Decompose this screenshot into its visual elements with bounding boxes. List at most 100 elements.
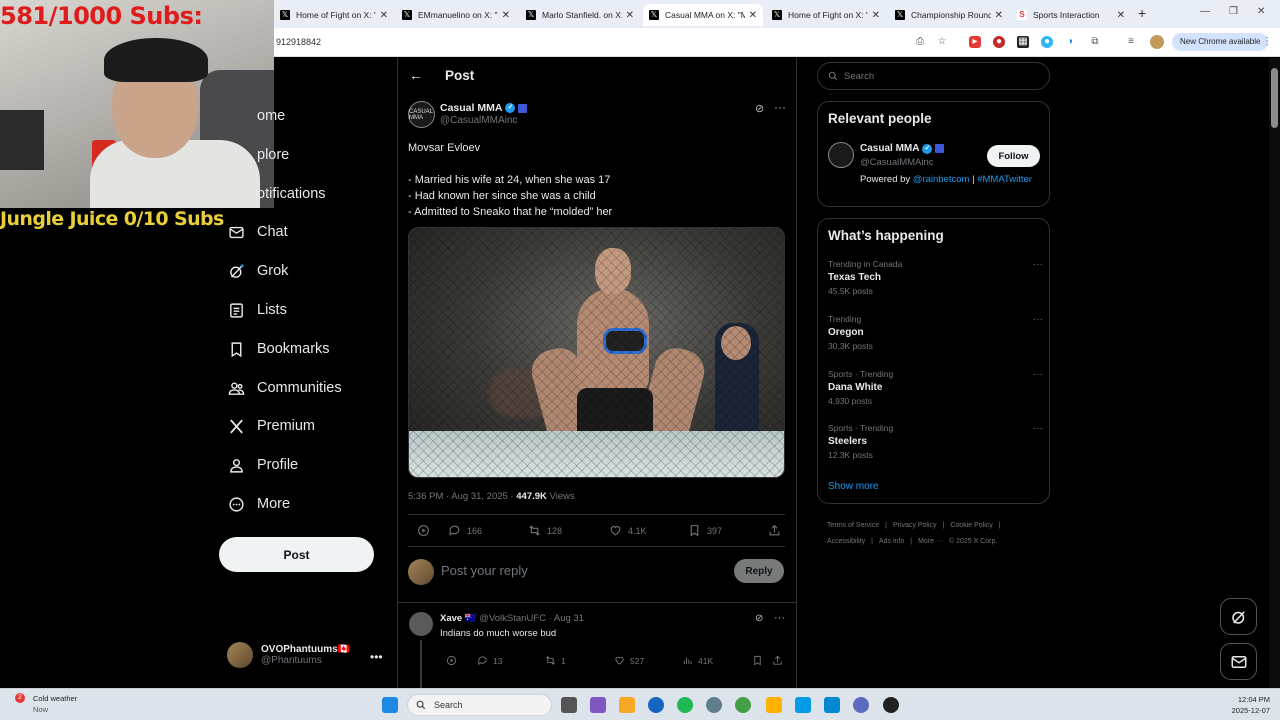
relevant-name[interactable]: Casual MMA ✓ [860, 143, 945, 154]
repost-action[interactable]: 1 [545, 655, 566, 666]
more-dots-icon[interactable]: ··· [1033, 423, 1043, 434]
extension-icon[interactable]: ◗ [1065, 36, 1077, 48]
footer-link[interactable]: Privacy Policy [893, 522, 937, 529]
reply-action[interactable]: 166 [448, 524, 482, 537]
reply-input[interactable]: Post your reply [441, 563, 528, 578]
author-name[interactable]: Casual MMA ✓ [440, 102, 528, 114]
trend-item[interactable]: Sports · Trending Steelers 12.3K posts ·… [828, 423, 1043, 460]
bookmark-action[interactable] [752, 655, 768, 666]
bookmark-action[interactable]: 397 [688, 524, 722, 537]
install-icon[interactable]: ⎙ [914, 36, 926, 48]
trend-item[interactable]: Trending in Canada Texas Tech 45.5K post… [828, 259, 1043, 296]
file-explorer-icon[interactable] [619, 697, 635, 713]
star-icon[interactable]: ☆ [936, 36, 948, 48]
bio-hashtag[interactable]: #MMATwitter [977, 174, 1032, 185]
reading-list-icon[interactable]: ≡ [1125, 36, 1137, 48]
messages-fab-button[interactable] [1220, 643, 1257, 680]
chrome-icon[interactable] [735, 697, 751, 713]
close-icon[interactable]: ✕ [872, 10, 880, 21]
account-switcher[interactable]: OVOPhantuums🇨🇦 @Phantuums [227, 642, 350, 668]
more-dots-icon[interactable]: ··· [1033, 314, 1043, 325]
more-dots-icon[interactable]: ··· [1033, 259, 1043, 270]
nav-profile[interactable]: Profile [227, 453, 298, 477]
grok-explain-icon[interactable]: ⊘ [755, 102, 764, 115]
scrollbar-thumb[interactable] [1271, 68, 1278, 128]
copilot-icon[interactable] [590, 697, 606, 713]
edge-icon[interactable] [648, 697, 664, 713]
windows-start-icon[interactable] [382, 697, 398, 713]
puzzle-icon[interactable]: ⧉ [1089, 36, 1101, 48]
kebab-menu-icon[interactable]: ⋮ [1261, 36, 1273, 48]
relevant-avatar[interactable] [828, 142, 854, 168]
browser-tab[interactable]: S Sports Interaction ✕ [1011, 4, 1131, 26]
nav-communities[interactable]: Communities [227, 376, 342, 400]
footer-link[interactable]: Ads info [879, 538, 904, 545]
spotify-icon[interactable] [677, 697, 693, 713]
notepad-icon[interactable] [824, 697, 840, 713]
grok-fab-button[interactable] [1220, 598, 1257, 635]
extension-icon[interactable]: ▦ [1017, 36, 1029, 48]
extension-icon[interactable]: ● [1041, 36, 1053, 48]
footer-link[interactable]: Terms of Service [827, 522, 879, 529]
more-dots-icon[interactable]: ··· [774, 100, 786, 114]
more-dots-icon[interactable]: ••• [370, 650, 383, 664]
author-handle[interactable]: @CasualMMAinc [440, 115, 517, 126]
close-icon[interactable]: ✕ [1117, 10, 1125, 21]
app-icon[interactable] [766, 697, 782, 713]
footer-link[interactable]: Accessibility [827, 538, 865, 545]
avatar[interactable] [1150, 35, 1164, 49]
discord-icon[interactable] [853, 697, 869, 713]
nav-more[interactable]: More [227, 492, 290, 516]
reply-author-avatar[interactable] [409, 612, 433, 636]
grok-explain-icon[interactable]: ⊘ [755, 613, 763, 624]
author-avatar[interactable]: CASUAL MMA [408, 101, 435, 128]
close-icon[interactable]: ✕ [749, 10, 757, 21]
close-window-icon[interactable]: ✕ [1257, 6, 1265, 17]
post-image[interactable] [408, 227, 785, 478]
play-button[interactable] [417, 524, 436, 537]
browser-tab-active[interactable]: 𝕏 Casual MMA on X: "M ✕ [643, 4, 763, 26]
close-icon[interactable]: ✕ [626, 10, 634, 21]
nav-notifications[interactable]: otifications [227, 182, 326, 206]
browser-tab[interactable]: 𝕏 EMmanuelino on X: " ✕ [396, 4, 516, 26]
minimize-icon[interactable]: — [1200, 6, 1210, 17]
share-action[interactable] [768, 524, 787, 537]
weather-widget[interactable]: Cold weather Now [33, 694, 77, 714]
taskbar-clock[interactable]: 12:04 PM 2025-12-07 [1226, 694, 1270, 716]
compose-post-button[interactable]: Post [219, 537, 374, 572]
nav-bookmarks[interactable]: Bookmarks [227, 337, 330, 361]
nav-premium[interactable]: Premium [227, 414, 315, 438]
browser-tab[interactable]: 𝕏 Marlo Stanfield. on X: ✕ [520, 4, 640, 26]
footer-link[interactable]: More ··· [918, 538, 943, 545]
settings-gear-icon[interactable] [706, 697, 722, 713]
back-arrow-icon[interactable]: ← [409, 67, 423, 83]
nav-home[interactable]: ome [227, 104, 285, 128]
update-chrome-button[interactable]: New Chrome available [1172, 33, 1269, 51]
views-action[interactable]: 41K [682, 655, 713, 666]
scrollbar[interactable] [1269, 58, 1280, 688]
browser-tab[interactable]: 𝕏 Championship Round ✕ [889, 4, 1009, 26]
share-action[interactable] [772, 655, 788, 666]
close-icon[interactable]: ✕ [502, 10, 510, 21]
play-button[interactable] [446, 655, 462, 666]
taskbar-search[interactable]: Search [407, 694, 552, 716]
restore-icon[interactable]: ❐ [1229, 6, 1238, 17]
task-view-icon[interactable] [561, 697, 577, 713]
relevant-handle[interactable]: @CasualMMAinc [860, 157, 934, 168]
url-text[interactable]: 912918842 [276, 37, 321, 47]
new-tab-icon[interactable]: + [1138, 5, 1146, 21]
reply-button[interactable]: Reply [734, 559, 784, 583]
obs-icon[interactable] [883, 697, 899, 713]
extension-icon[interactable]: ▸ [969, 36, 981, 48]
nav-lists[interactable]: Lists [227, 298, 287, 322]
nav-chat[interactable]: Chat [227, 220, 288, 244]
close-icon[interactable]: ✕ [995, 10, 1003, 21]
browser-tab[interactable]: 𝕏 Home of Fight on X: " ✕ [766, 4, 886, 26]
nav-grok[interactable]: Grok [227, 259, 288, 283]
footer-link[interactable]: Cookie Policy [950, 522, 992, 529]
bio-link[interactable]: @rainbetcom [913, 174, 970, 185]
search-input[interactable]: Search [817, 62, 1050, 90]
close-icon[interactable]: ✕ [380, 10, 388, 21]
nav-explore[interactable]: plore [227, 143, 289, 167]
trend-item[interactable]: Sports · Trending Dana White 4,930 posts… [828, 369, 1043, 406]
